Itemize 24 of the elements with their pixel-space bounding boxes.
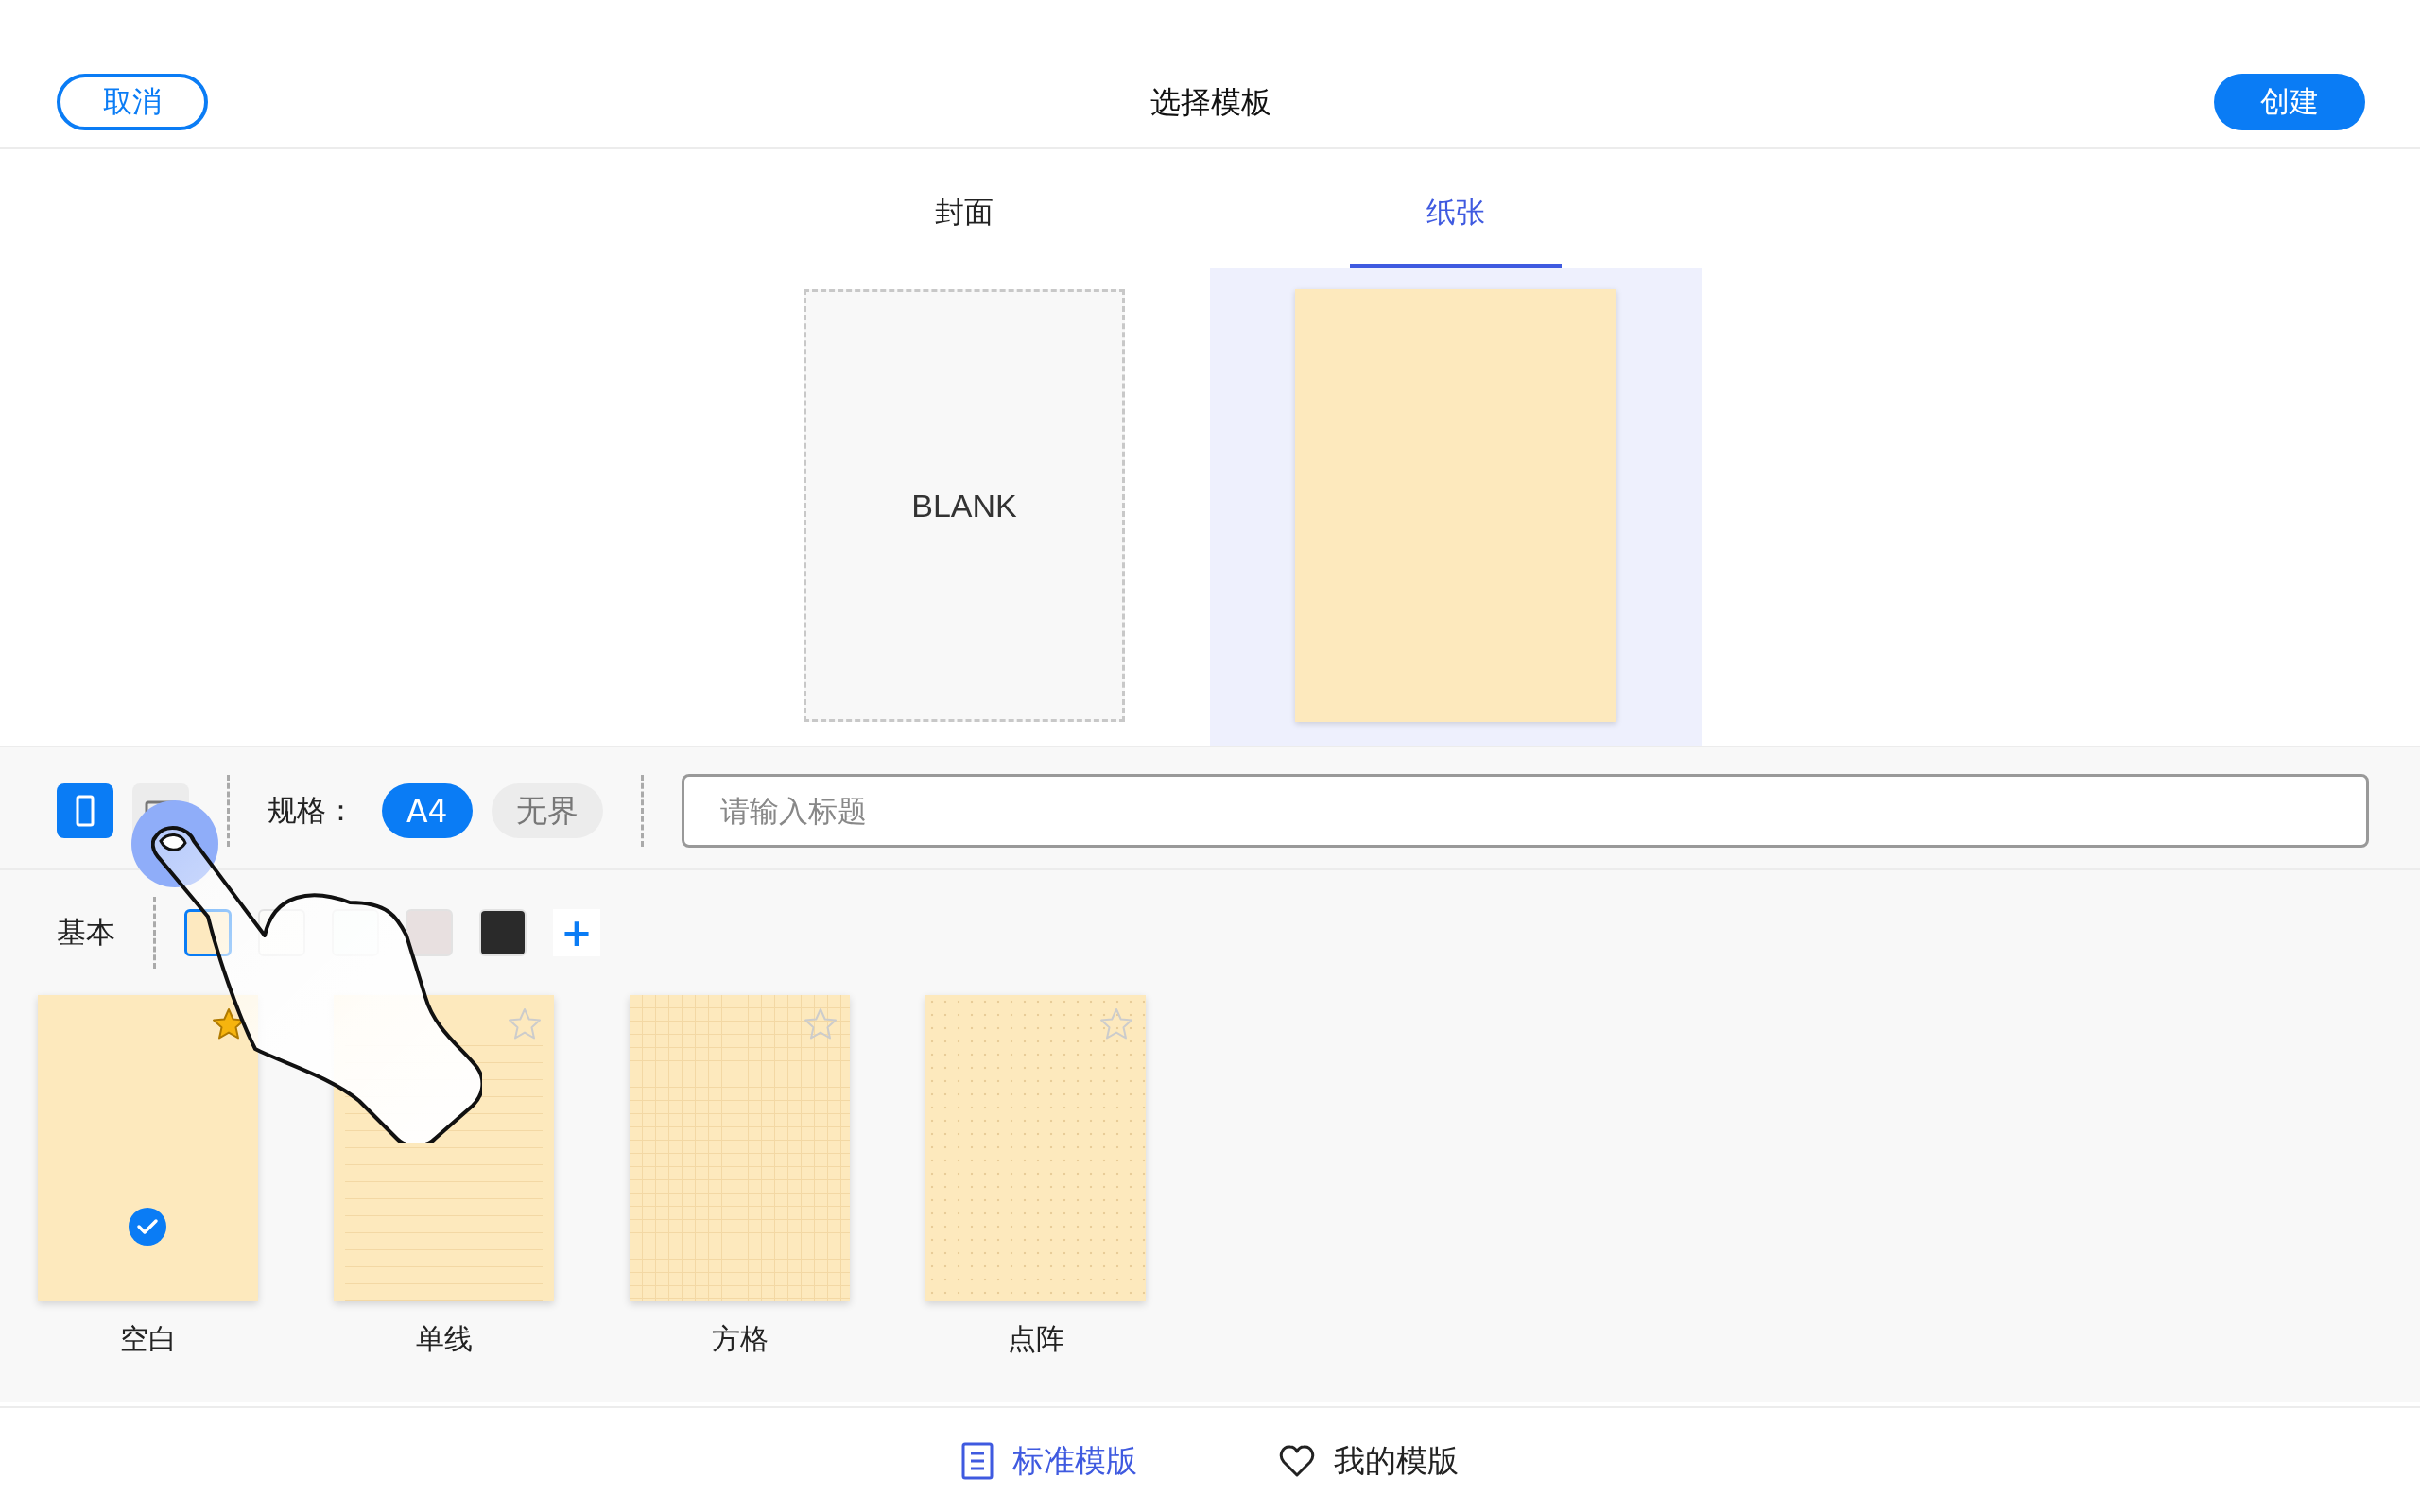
heart-icon (1279, 1443, 1315, 1479)
bottom-tab[interactable]: 标准模版 (961, 1439, 1137, 1483)
cancel-button[interactable]: 取消 (57, 74, 208, 130)
size-option[interactable]: 无界 (491, 783, 603, 838)
template-card[interactable] (38, 995, 258, 1301)
template-label: 单线 (415, 1321, 473, 1357)
template-label: 点阵 (1007, 1321, 1064, 1357)
tab[interactable]: 封面 (858, 149, 1070, 268)
bottom-tab[interactable]: 我的模版 (1279, 1439, 1459, 1483)
add-color-button[interactable]: + (553, 909, 600, 956)
create-button[interactable]: 创建 (2214, 74, 2365, 130)
title-input-field[interactable]: 请输入标题 (681, 774, 2369, 848)
size-label: 规格： (268, 792, 355, 829)
portrait-button[interactable] (57, 783, 113, 838)
document-icon (961, 1442, 994, 1480)
preview-label: BLANK (911, 487, 1017, 524)
color-group-label: 基本 (57, 914, 115, 951)
portrait-icon (76, 795, 95, 827)
blank-preview-card[interactable]: BLANK (804, 289, 1125, 722)
template-label: 方格 (711, 1321, 769, 1357)
size-option[interactable]: A4 (382, 783, 473, 838)
check-icon (128, 1207, 167, 1246)
page-title: 选择模板 (1150, 83, 1271, 122)
template-label: 空白 (119, 1321, 177, 1357)
